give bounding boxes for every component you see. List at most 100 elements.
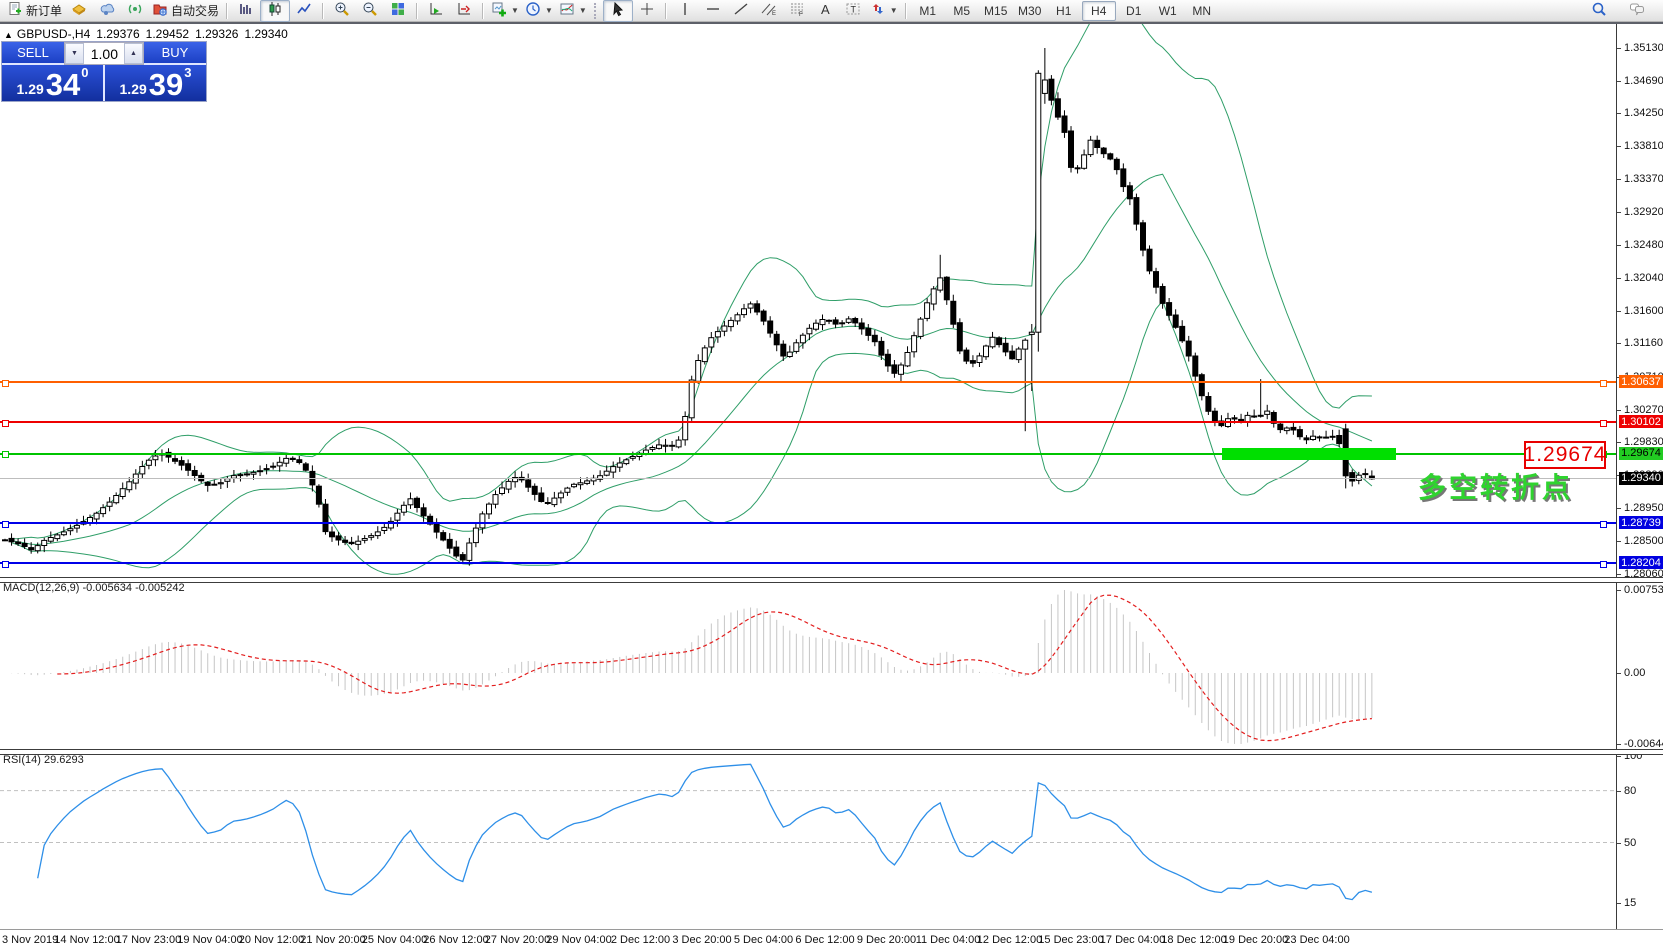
axis-tick	[1617, 48, 1621, 49]
tile-windows-button[interactable]	[384, 1, 412, 21]
text-label-button[interactable]: T	[839, 1, 867, 21]
buy-button[interactable]: BUY	[144, 42, 206, 65]
signals-button[interactable]	[121, 1, 149, 21]
line-handle[interactable]	[2, 380, 9, 387]
line-handle[interactable]	[1600, 521, 1607, 528]
mql-market-icon	[71, 1, 87, 20]
vertical-line-button[interactable]	[671, 1, 699, 21]
text-button[interactable]: A	[811, 1, 839, 21]
arrow-objects-button[interactable]: ▼	[867, 1, 901, 21]
date-label: 18 Dec 12:00	[1161, 934, 1226, 946]
timeframe-m15-button[interactable]: M15	[980, 2, 1012, 20]
volume-increase-button[interactable]: ▲	[124, 43, 143, 64]
line-handle[interactable]	[2, 420, 9, 427]
sell-price[interactable]: 1.29 34 0	[2, 65, 103, 101]
chat-icon	[1629, 1, 1645, 20]
axis-price-label: 1.31160	[1624, 337, 1663, 349]
date-label: 20 Nov 12:00	[239, 934, 304, 946]
chevron-down-icon: ▼	[511, 6, 519, 15]
toolbar-separator	[482, 3, 484, 19]
chat-button[interactable]	[1623, 1, 1651, 21]
axis-price-label: 1.35130	[1624, 42, 1663, 54]
text-label-icon: T	[845, 1, 861, 20]
autotrading-label: 自动交易	[171, 2, 219, 19]
timeframe-h4-button[interactable]: H4	[1082, 1, 1116, 21]
line-chart-button[interactable]	[290, 1, 318, 21]
templates-button[interactable]: ▼	[556, 1, 590, 21]
price-axis[interactable]: 1.351301.346901.342501.338101.333701.329…	[1616, 24, 1663, 929]
new-chart-icon	[491, 1, 507, 20]
axis-price-label: 1.30270	[1624, 404, 1663, 416]
candle-chart-button[interactable]	[260, 0, 290, 22]
mql-market-button[interactable]	[65, 1, 93, 21]
toolbar-grip[interactable]	[594, 3, 599, 19]
volume-input[interactable]: 1.00	[84, 43, 124, 64]
fibonacci-button[interactable]: F	[783, 1, 811, 21]
highlight-bar[interactable]	[1222, 448, 1396, 460]
macd-canvas[interactable]	[0, 581, 1616, 750]
volume-decrease-button[interactable]: ▼	[65, 43, 84, 64]
axis-tick	[1617, 843, 1621, 844]
buy-price[interactable]: 1.29 39 3	[105, 65, 206, 101]
toolbar-separator	[905, 3, 907, 19]
trendline-icon	[733, 1, 749, 20]
timeframe-w1-button[interactable]: W1	[1152, 2, 1184, 20]
rsi-canvas[interactable]	[0, 753, 1616, 928]
date-label: 2 Dec 12:00	[611, 934, 670, 946]
pane-splitter[interactable]	[0, 749, 1663, 755]
line-handle[interactable]	[2, 561, 9, 568]
timeframe-m1-button[interactable]: M1	[912, 2, 944, 20]
zoom-in-button[interactable]	[328, 1, 356, 21]
line-handle[interactable]	[1600, 380, 1607, 387]
search-button[interactable]	[1585, 1, 1613, 21]
object-hline[interactable]	[0, 562, 1616, 564]
horizontal-line-button[interactable]	[699, 1, 727, 21]
annotation-text[interactable]: 多空转折点	[1418, 466, 1573, 506]
object-hline[interactable]	[0, 522, 1616, 524]
crosshair-button[interactable]	[633, 1, 661, 21]
timeframe-d1-button[interactable]: D1	[1118, 2, 1150, 20]
price-callout-box[interactable]: 1.29674	[1524, 441, 1606, 469]
bollinger-lower-band	[12, 301, 1372, 574]
quote-open: 1.29376	[96, 27, 139, 41]
templates-icon	[559, 1, 575, 20]
quote-close: 1.29340	[244, 27, 287, 41]
toolbar-separator	[322, 3, 324, 19]
community-button[interactable]	[93, 1, 121, 21]
new-chart-button[interactable]: ▼	[488, 1, 522, 21]
timeframe-m5-button[interactable]: M5	[946, 2, 978, 20]
axis-price-label: 1.28500	[1624, 535, 1663, 547]
date-label: 5 Dec 04:00	[734, 934, 793, 946]
line-handle[interactable]	[2, 451, 9, 458]
new-order-button[interactable]: 新订单	[4, 1, 65, 21]
chart-shift-button[interactable]	[450, 1, 478, 21]
symbol-period: GBPUSD-,H4	[17, 27, 90, 41]
axis-tick	[1617, 343, 1621, 344]
zoom-in-icon	[334, 1, 350, 20]
timeframe-m30-button[interactable]: M30	[1014, 2, 1046, 20]
auto-scroll-button[interactable]	[422, 1, 450, 21]
sell-button[interactable]: SELL	[2, 42, 64, 65]
price-chart-canvas[interactable]	[0, 24, 1616, 578]
date-label: 9 Dec 20:00	[857, 934, 916, 946]
equidistant-channel-button[interactable]: E	[755, 1, 783, 21]
timeframe-h1-button[interactable]: H1	[1048, 2, 1080, 20]
timeframe-mn-button[interactable]: MN	[1186, 2, 1218, 20]
community-icon	[99, 1, 115, 20]
vertical-line-icon	[677, 1, 693, 20]
profiles-button[interactable]: ▼	[522, 1, 556, 21]
autotrading-button[interactable]: 自动交易	[149, 1, 222, 21]
object-hline[interactable]	[0, 421, 1616, 423]
axis-tick	[1617, 590, 1621, 591]
time-axis[interactable]: 3 Nov 201914 Nov 12:0017 Nov 23:0019 Nov…	[0, 929, 1663, 948]
line-handle[interactable]	[2, 521, 9, 528]
pane-splitter[interactable]	[0, 577, 1663, 583]
line-handle[interactable]	[1600, 420, 1607, 427]
buy-price-base: 1.29	[120, 79, 147, 99]
cursor-button[interactable]	[603, 0, 633, 22]
trendline-button[interactable]	[727, 1, 755, 21]
line-handle[interactable]	[1600, 561, 1607, 568]
object-hline[interactable]	[0, 381, 1616, 383]
bar-chart-button[interactable]	[232, 1, 260, 21]
zoom-out-button[interactable]	[356, 1, 384, 21]
